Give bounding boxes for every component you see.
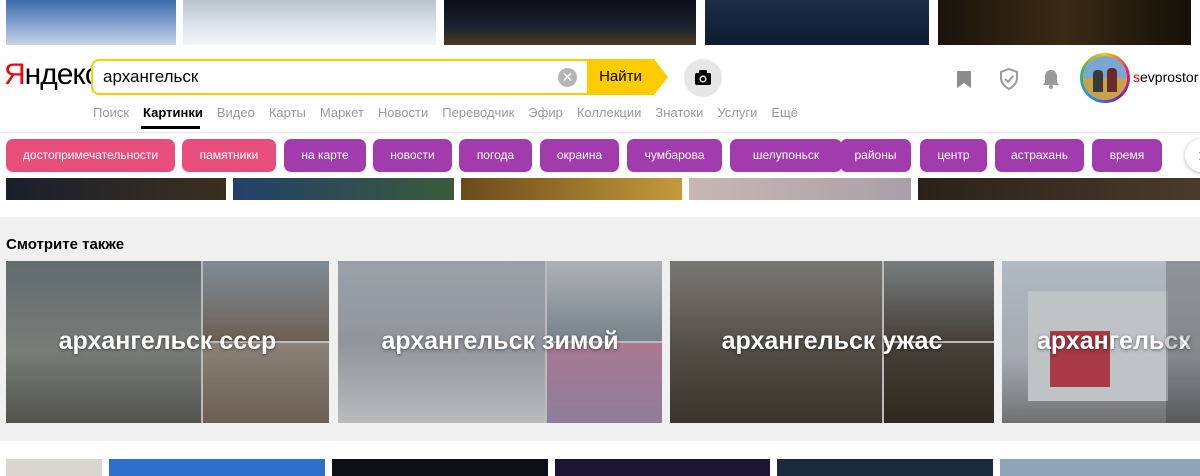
bell-icon[interactable] <box>1039 67 1063 91</box>
image-thumb[interactable] <box>938 0 1191 45</box>
nav-item-video[interactable]: Видео <box>217 104 255 121</box>
image-thumb[interactable] <box>461 178 682 200</box>
image-thumb[interactable] <box>555 459 770 476</box>
chip[interactable]: достопримечательности <box>6 139 175 172</box>
image-thumb[interactable] <box>109 459 325 476</box>
see-also-card[interactable]: архангельск ссср <box>6 261 329 423</box>
nav-item-efir[interactable]: Эфир <box>528 104 563 121</box>
nav-item-znatoki[interactable]: Знатоки <box>655 104 703 121</box>
nav-item-news[interactable]: Новости <box>378 104 428 121</box>
chip[interactable]: центр <box>920 139 987 172</box>
clear-icon[interactable]: ✕ <box>558 68 577 87</box>
camera-icon <box>695 70 711 85</box>
image-thumb[interactable] <box>183 0 436 45</box>
see-also-card-label: архангельск ссср <box>58 327 277 355</box>
image-thumb[interactable] <box>918 178 1200 200</box>
chevron-right-icon[interactable]: › <box>1166 261 1200 423</box>
chip[interactable]: шелупоньск <box>730 139 842 172</box>
see-also-card-label: архангельск ужас <box>721 327 943 355</box>
image-thumb[interactable] <box>689 178 911 200</box>
chip[interactable]: окраина <box>540 139 619 172</box>
chip[interactable]: погода <box>459 139 532 172</box>
chip[interactable]: на карте <box>284 139 366 172</box>
image-thumb[interactable] <box>777 459 993 476</box>
header-divider <box>0 132 1200 133</box>
camera-search-button[interactable] <box>684 59 722 97</box>
chip[interactable]: чумбарова <box>627 139 722 172</box>
username-first-letter: s <box>1133 69 1140 85</box>
see-also-card[interactable]: архангельск ужас <box>670 261 994 423</box>
chip[interactable]: время <box>1092 139 1162 172</box>
username[interactable]: sevprostor <box>1133 69 1198 85</box>
avatar[interactable] <box>1080 53 1130 103</box>
nav-item-search[interactable]: Поиск <box>93 104 129 121</box>
shield-icon[interactable] <box>997 67 1021 91</box>
chip[interactable]: новости <box>373 139 452 172</box>
nav-item-images[interactable]: Картинки <box>143 104 203 121</box>
image-thumb[interactable] <box>6 459 102 476</box>
find-button[interactable]: Найти <box>587 59 654 95</box>
nav-item-services[interactable]: Услуги <box>717 104 757 121</box>
bookmark-icon[interactable] <box>952 67 976 91</box>
nav-item-market[interactable]: Маркет <box>320 104 364 121</box>
image-thumb[interactable] <box>332 459 548 476</box>
username-rest: evprostor <box>1140 69 1199 85</box>
chevron-right-icon[interactable]: › <box>1185 139 1200 172</box>
image-thumb[interactable] <box>233 178 454 200</box>
nav-item-translate[interactable]: Переводчик <box>442 104 514 121</box>
chip[interactable]: астрахань <box>995 139 1084 172</box>
avatar-photo <box>1083 56 1127 100</box>
nav-active-underline <box>141 126 200 129</box>
logo-first-letter: Я <box>4 58 26 91</box>
find-button-arrow <box>654 59 668 95</box>
nav-item-collections[interactable]: Коллекции <box>577 104 642 121</box>
image-thumb[interactable] <box>705 0 929 45</box>
see-also-title: Смотрите также <box>6 236 125 253</box>
image-thumb[interactable] <box>1000 459 1200 476</box>
chip[interactable]: памятники <box>182 139 276 172</box>
image-thumb[interactable] <box>444 0 696 45</box>
logo-rest: ндекс <box>24 58 100 91</box>
nav-item-more[interactable]: Ещё <box>771 104 798 121</box>
nav-item-maps[interactable]: Карты <box>269 104 306 121</box>
service-nav: Поиск Картинки Видео Карты Маркет Новост… <box>93 104 812 121</box>
search-input[interactable] <box>103 61 543 93</box>
yandex-logo[interactable]: Яндекс <box>4 58 100 92</box>
image-thumb[interactable] <box>6 0 176 45</box>
see-also-card[interactable]: архангельск зимой <box>338 261 662 423</box>
see-also-card-label: архангельск зимой <box>381 327 619 355</box>
chip[interactable]: районы <box>840 139 911 172</box>
search-box: ✕ <box>91 59 587 95</box>
image-thumb[interactable] <box>6 178 226 200</box>
